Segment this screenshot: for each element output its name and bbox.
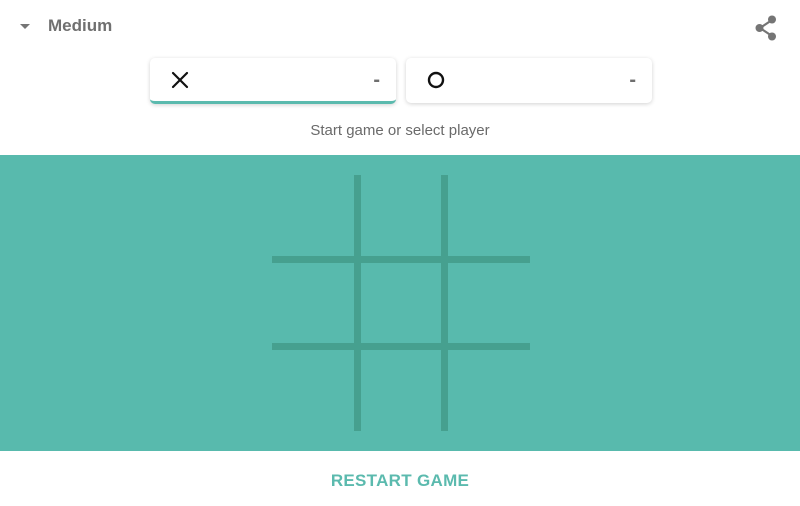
grid-line-horizontal-1 [272, 256, 530, 263]
player-o-score: - [629, 69, 636, 91]
grid-line-vertical-2 [441, 175, 448, 431]
player-selector: - - [150, 58, 652, 106]
game-grid [272, 175, 530, 431]
restart-game-button[interactable]: RESTART GAME [300, 466, 500, 496]
x-symbol-icon [170, 70, 190, 90]
grid-line-vertical-1 [354, 175, 361, 431]
tic-tac-toe-page: Medium - - Start game or select player R… [0, 0, 800, 506]
game-board-area [0, 155, 800, 451]
board-cell-2[interactable] [361, 175, 441, 256]
difficulty-dropdown[interactable]: Medium [20, 12, 112, 40]
difficulty-label: Medium [48, 16, 113, 35]
board-cell-1[interactable] [272, 175, 354, 256]
header: Medium [0, 0, 800, 54]
board-cell-7[interactable] [272, 350, 354, 431]
o-symbol-icon [426, 70, 446, 90]
board-cell-3[interactable] [448, 175, 530, 256]
board-cell-9[interactable] [448, 350, 530, 431]
player-x-card[interactable]: - [150, 58, 396, 104]
player-x-score: - [373, 69, 380, 91]
player-o-card[interactable]: - [406, 58, 652, 103]
grid-line-horizontal-2 [272, 343, 530, 350]
board-cell-4[interactable] [272, 263, 354, 343]
board-cell-8[interactable] [361, 350, 441, 431]
game-status: Start game or select player [310, 122, 490, 139]
board-cell-6[interactable] [448, 263, 530, 343]
share-icon[interactable] [752, 14, 780, 42]
board-cell-5[interactable] [361, 263, 441, 343]
caret-down-icon [20, 24, 30, 29]
